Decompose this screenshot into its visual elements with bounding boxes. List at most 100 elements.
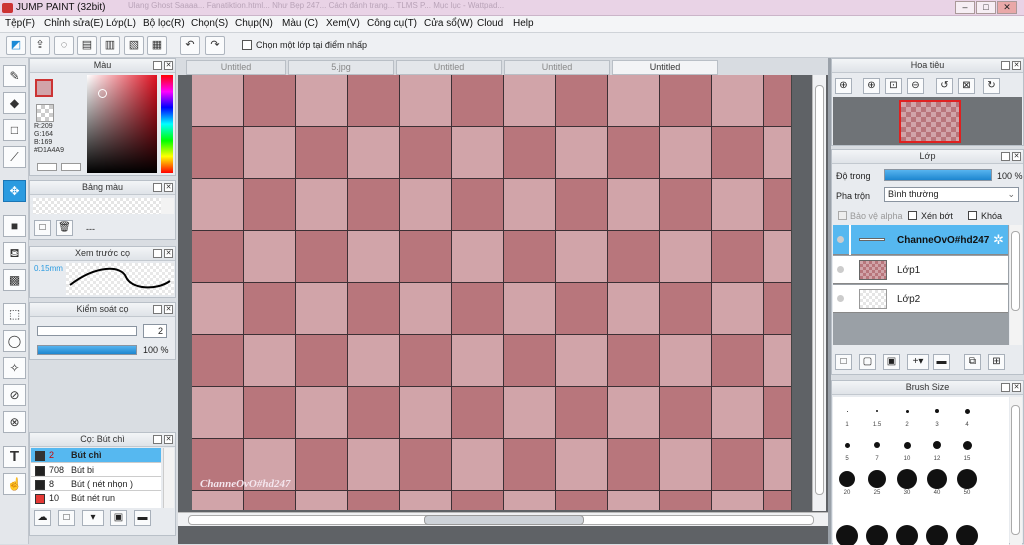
select-layer-checkbox[interactable] bbox=[242, 40, 252, 50]
text-tool-icon[interactable]: T bbox=[3, 446, 26, 468]
transparent-swatch[interactable] bbox=[36, 104, 54, 122]
menu-help[interactable]: Help bbox=[513, 18, 534, 29]
fill-rect-tool-icon[interactable]: ■ bbox=[3, 215, 26, 237]
brush-size-slider[interactable] bbox=[37, 326, 137, 336]
layer-scroll-thumb[interactable] bbox=[1011, 231, 1020, 311]
fit-screen-icon[interactable]: ⊡ bbox=[885, 78, 902, 94]
swatch-scrollbar[interactable] bbox=[161, 198, 174, 214]
menu-layer[interactable]: Lớp(L) bbox=[106, 18, 136, 29]
brush-size-dot[interactable] bbox=[896, 525, 918, 545]
menu-select[interactable]: Chọn(S) bbox=[191, 18, 228, 29]
navigator-preview[interactable] bbox=[833, 97, 1022, 145]
menu-cloud[interactable]: Cloud bbox=[477, 18, 503, 29]
panel-close-icon[interactable]: ✕ bbox=[1012, 152, 1021, 161]
tab-untitled-1[interactable]: Untitled bbox=[186, 60, 286, 75]
brush-size-dot[interactable] bbox=[957, 469, 977, 489]
brush-cloud-icon[interactable]: ☁ bbox=[34, 510, 51, 526]
panel-close-icon[interactable]: ✕ bbox=[164, 61, 173, 70]
color-mode-toggle-a[interactable] bbox=[37, 163, 57, 171]
brush-size-scrollbar[interactable] bbox=[1010, 397, 1022, 545]
panel-float-icon[interactable] bbox=[1001, 61, 1010, 70]
select-eraser-tool-icon[interactable]: ⊗ bbox=[3, 411, 26, 433]
zoom-out-icon[interactable]: ⊖ bbox=[907, 78, 924, 94]
undo-icon[interactable]: ↶ bbox=[180, 36, 200, 55]
tab-untitled-2[interactable]: Untitled bbox=[396, 60, 502, 75]
swatch-strip[interactable] bbox=[33, 198, 161, 214]
lock-checkbox[interactable] bbox=[968, 211, 977, 220]
color-mode-toggle-b[interactable] bbox=[61, 163, 81, 171]
horizontal-scroll-thumb[interactable] bbox=[424, 515, 584, 525]
panel-close-icon[interactable]: ✕ bbox=[164, 435, 173, 444]
grid-icon[interactable]: ▦ bbox=[147, 36, 167, 55]
new-swatch-icon[interactable]: □ bbox=[34, 220, 51, 236]
tab-untitled-active[interactable]: Untitled bbox=[612, 60, 718, 75]
select-pen-tool-icon[interactable]: ⊘ bbox=[3, 384, 26, 406]
panel-close-icon[interactable]: ✕ bbox=[1012, 61, 1021, 70]
color-picker-cursor[interactable] bbox=[98, 89, 107, 98]
tab-5-jpg[interactable]: 5.jpg bbox=[288, 60, 394, 75]
blend-mode-select[interactable]: Bình thường ⌄ bbox=[884, 187, 1019, 202]
brush-size-dot[interactable] bbox=[933, 441, 941, 449]
layer-merge-icon[interactable]: ⊞ bbox=[988, 354, 1005, 370]
panel-float-icon[interactable] bbox=[1001, 383, 1010, 392]
brush-size-dot[interactable] bbox=[876, 410, 878, 412]
panel-float-icon[interactable] bbox=[1001, 152, 1010, 161]
brush-size-dot[interactable] bbox=[903, 441, 911, 449]
brush-copy-icon[interactable]: ▣ bbox=[110, 510, 127, 526]
layer-opacity-slider[interactable] bbox=[884, 169, 992, 181]
visibility-toggle-icon[interactable] bbox=[837, 236, 844, 243]
brush-size-dot[interactable] bbox=[844, 442, 850, 448]
vertical-scroll-thumb[interactable] bbox=[815, 85, 824, 495]
new-layer-alt-icon[interactable]: ▢ bbox=[859, 354, 876, 370]
actual-size-icon[interactable]: ⊠ bbox=[958, 78, 975, 94]
pen-tool-icon[interactable]: ✎ bbox=[3, 65, 26, 87]
document-icon[interactable]: ▥ bbox=[100, 36, 120, 55]
line-tool-icon[interactable]: ⟋ bbox=[3, 146, 26, 168]
brush-size-dot[interactable] bbox=[962, 440, 972, 450]
layer-copy-icon[interactable]: ⧉ bbox=[964, 354, 981, 370]
menu-tools[interactable]: Công cụ(T) bbox=[367, 18, 417, 29]
clip-checkbox[interactable] bbox=[908, 211, 917, 220]
brush-size-dot[interactable] bbox=[927, 469, 947, 489]
layer-row[interactable]: Lớp2 bbox=[833, 285, 1008, 313]
brush-opacity-slider[interactable] bbox=[37, 345, 137, 355]
menu-file[interactable]: Tệp(F) bbox=[5, 18, 35, 29]
menu-capture[interactable]: Chụp(N) bbox=[235, 18, 273, 29]
zoom-in-icon[interactable]: ⊕ bbox=[835, 78, 852, 94]
layer-duplicate-icon[interactable]: ▣ bbox=[883, 354, 900, 370]
lasso-tool-icon[interactable]: ◯ bbox=[3, 330, 26, 352]
brush-size-dot[interactable] bbox=[926, 525, 948, 545]
brush-size-dot[interactable] bbox=[868, 470, 886, 488]
foreground-color-swatch[interactable] bbox=[35, 79, 53, 97]
canvas-horizontal-scrollbar[interactable] bbox=[178, 512, 828, 526]
panel-float-icon[interactable] bbox=[153, 305, 162, 314]
settings-gear-icon[interactable]: ✲ bbox=[993, 232, 1004, 248]
minimize-button[interactable]: – bbox=[955, 1, 975, 14]
panel-float-icon[interactable] bbox=[153, 249, 162, 258]
rotate-left-icon[interactable]: ↺ bbox=[936, 78, 953, 94]
panel-float-icon[interactable] bbox=[153, 61, 162, 70]
navigator-viewport[interactable] bbox=[899, 100, 961, 143]
brush-size-dot[interactable] bbox=[935, 409, 939, 413]
tab-untitled-3[interactable]: Untitled bbox=[504, 60, 610, 75]
new-layer-icon[interactable]: □ bbox=[835, 354, 852, 370]
redo-icon[interactable]: ↷ bbox=[205, 36, 225, 55]
share-icon[interactable]: ⇪ bbox=[30, 36, 50, 55]
layer-folder-icon[interactable]: ▬ bbox=[933, 354, 950, 370]
protect-alpha-checkbox[interactable] bbox=[838, 211, 847, 220]
layer-row[interactable]: ChanneOvO#hd247 ✲ bbox=[833, 225, 1008, 255]
canvas-vertical-scrollbar[interactable] bbox=[812, 75, 826, 511]
panel-float-icon[interactable] bbox=[153, 435, 162, 444]
menu-color[interactable]: Màu (C) bbox=[282, 18, 318, 29]
delete-swatch-icon[interactable]: 🗑 bbox=[56, 220, 73, 236]
rect-select-tool-icon[interactable]: ⬚ bbox=[3, 303, 26, 325]
brush-folder-icon[interactable]: ▬ bbox=[134, 510, 151, 526]
menu-filter[interactable]: Bộ lọc(R) bbox=[143, 18, 185, 29]
list-item[interactable]: 8 Bút ( nét nhọn ) bbox=[31, 476, 161, 490]
brush-size-dot[interactable] bbox=[839, 471, 855, 487]
panel-close-icon[interactable]: ✕ bbox=[164, 305, 173, 314]
brush-size-dot[interactable] bbox=[905, 409, 909, 413]
drawing-canvas[interactable] bbox=[192, 75, 792, 510]
hue-slider[interactable] bbox=[161, 75, 173, 173]
brush-size-dot[interactable] bbox=[836, 525, 858, 545]
